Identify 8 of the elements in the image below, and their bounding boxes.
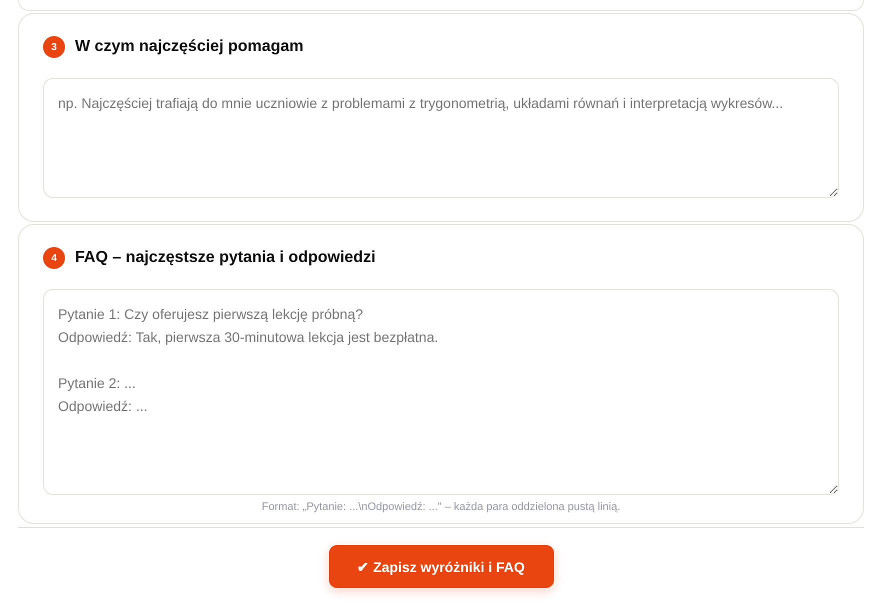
step-number-badge: 3 — [43, 36, 65, 58]
text-area[interactable]: Pytanie 1: Czy oferujesz pierwszą lekcję próbną? Odpowiedź: Tak, pierwsza 30-minutowa lekcja jest bezpłatna. Pytanie 2: ... Odpowiedź: ... — [43, 289, 839, 495]
text-area[interactable]: np. Najczęściej trafiają do mnie uczniowie z problemami z trygonometrią, układami równań i interpretacją wykresów... — [43, 78, 839, 198]
section-title: FAQ – najczęstsze pytania i odpowiedzi — [75, 249, 376, 267]
section-title: W czym najczęściej pomagam — [75, 38, 304, 56]
save-button[interactable]: ✔ Zapisz wyróżniki i FAQ — [328, 545, 554, 588]
step-number-badge: 4 — [43, 247, 65, 269]
format-hint: Format: „Pytanie: ...\nOdpowiedź: ..." – każda para oddzielona pustą linią. — [260, 501, 622, 513]
